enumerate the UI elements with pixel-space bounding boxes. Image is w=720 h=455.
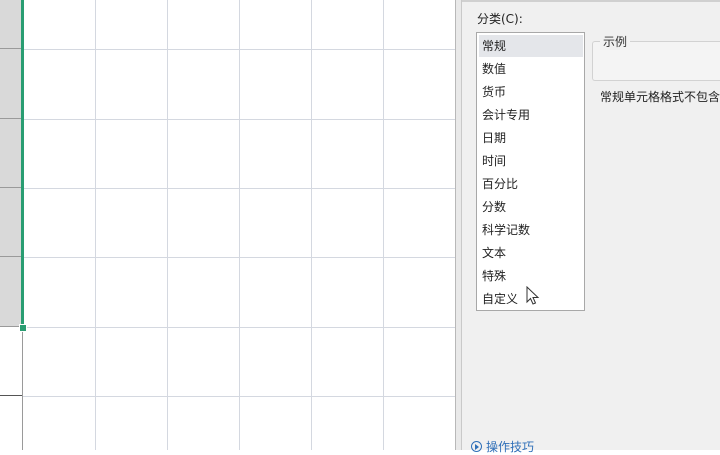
spreadsheet-grid[interactable] xyxy=(0,0,455,450)
row-header[interactable] xyxy=(0,257,22,327)
category-description: 常规单元格格式不包含 xyxy=(600,90,720,104)
grid-line xyxy=(22,327,455,328)
grid-line xyxy=(22,49,455,50)
category-item-number[interactable]: 数值 xyxy=(479,58,583,80)
category-item-fraction[interactable]: 分数 xyxy=(479,196,583,218)
category-item-scientific[interactable]: 科学记数 xyxy=(479,219,583,241)
grid-line xyxy=(22,396,455,397)
row-header[interactable] xyxy=(0,49,22,119)
category-item-general[interactable]: 常规 xyxy=(479,35,583,57)
play-circle-icon xyxy=(471,441,482,452)
category-item-text[interactable]: 文本 xyxy=(479,242,583,264)
tips-link-label: 操作技巧 xyxy=(486,440,535,454)
category-item-currency[interactable]: 货币 xyxy=(479,81,583,103)
category-item-accounting[interactable]: 会计专用 xyxy=(479,104,583,126)
grid-line xyxy=(22,188,455,189)
grid-line xyxy=(239,0,240,450)
row-header[interactable] xyxy=(0,188,22,257)
selection-border xyxy=(21,0,24,327)
dialog-tab-strip xyxy=(462,0,720,2)
category-item-time[interactable]: 时间 xyxy=(479,150,583,172)
grid-line xyxy=(167,0,168,450)
grid-line xyxy=(383,0,384,450)
category-item-date[interactable]: 日期 xyxy=(479,127,583,149)
sample-label: 示例 xyxy=(600,33,631,50)
row-header[interactable] xyxy=(0,0,22,49)
category-item-special[interactable]: 特殊 xyxy=(479,265,583,287)
grid-line xyxy=(22,257,455,258)
grid-line xyxy=(95,0,96,450)
category-label: 分类(C): xyxy=(477,12,523,26)
category-list[interactable]: 常规 数值 货币 会计专用 日期 时间 百分比 分数 科学记数 文本 特殊 自定… xyxy=(476,32,585,311)
grid-line xyxy=(311,0,312,450)
grid-line xyxy=(22,119,455,120)
mouse-pointer-icon xyxy=(526,286,540,305)
tips-link[interactable]: 操作技巧 xyxy=(471,438,534,455)
row-header[interactable] xyxy=(0,119,22,188)
category-item-percentage[interactable]: 百分比 xyxy=(479,173,583,195)
fill-handle[interactable] xyxy=(19,324,27,332)
format-cells-dialog: 分类(C): 常规 数值 货币 会计专用 日期 时间 百分比 分数 科学记数 文… xyxy=(461,0,720,454)
row-header[interactable] xyxy=(0,396,22,450)
row-header[interactable] xyxy=(0,327,22,396)
